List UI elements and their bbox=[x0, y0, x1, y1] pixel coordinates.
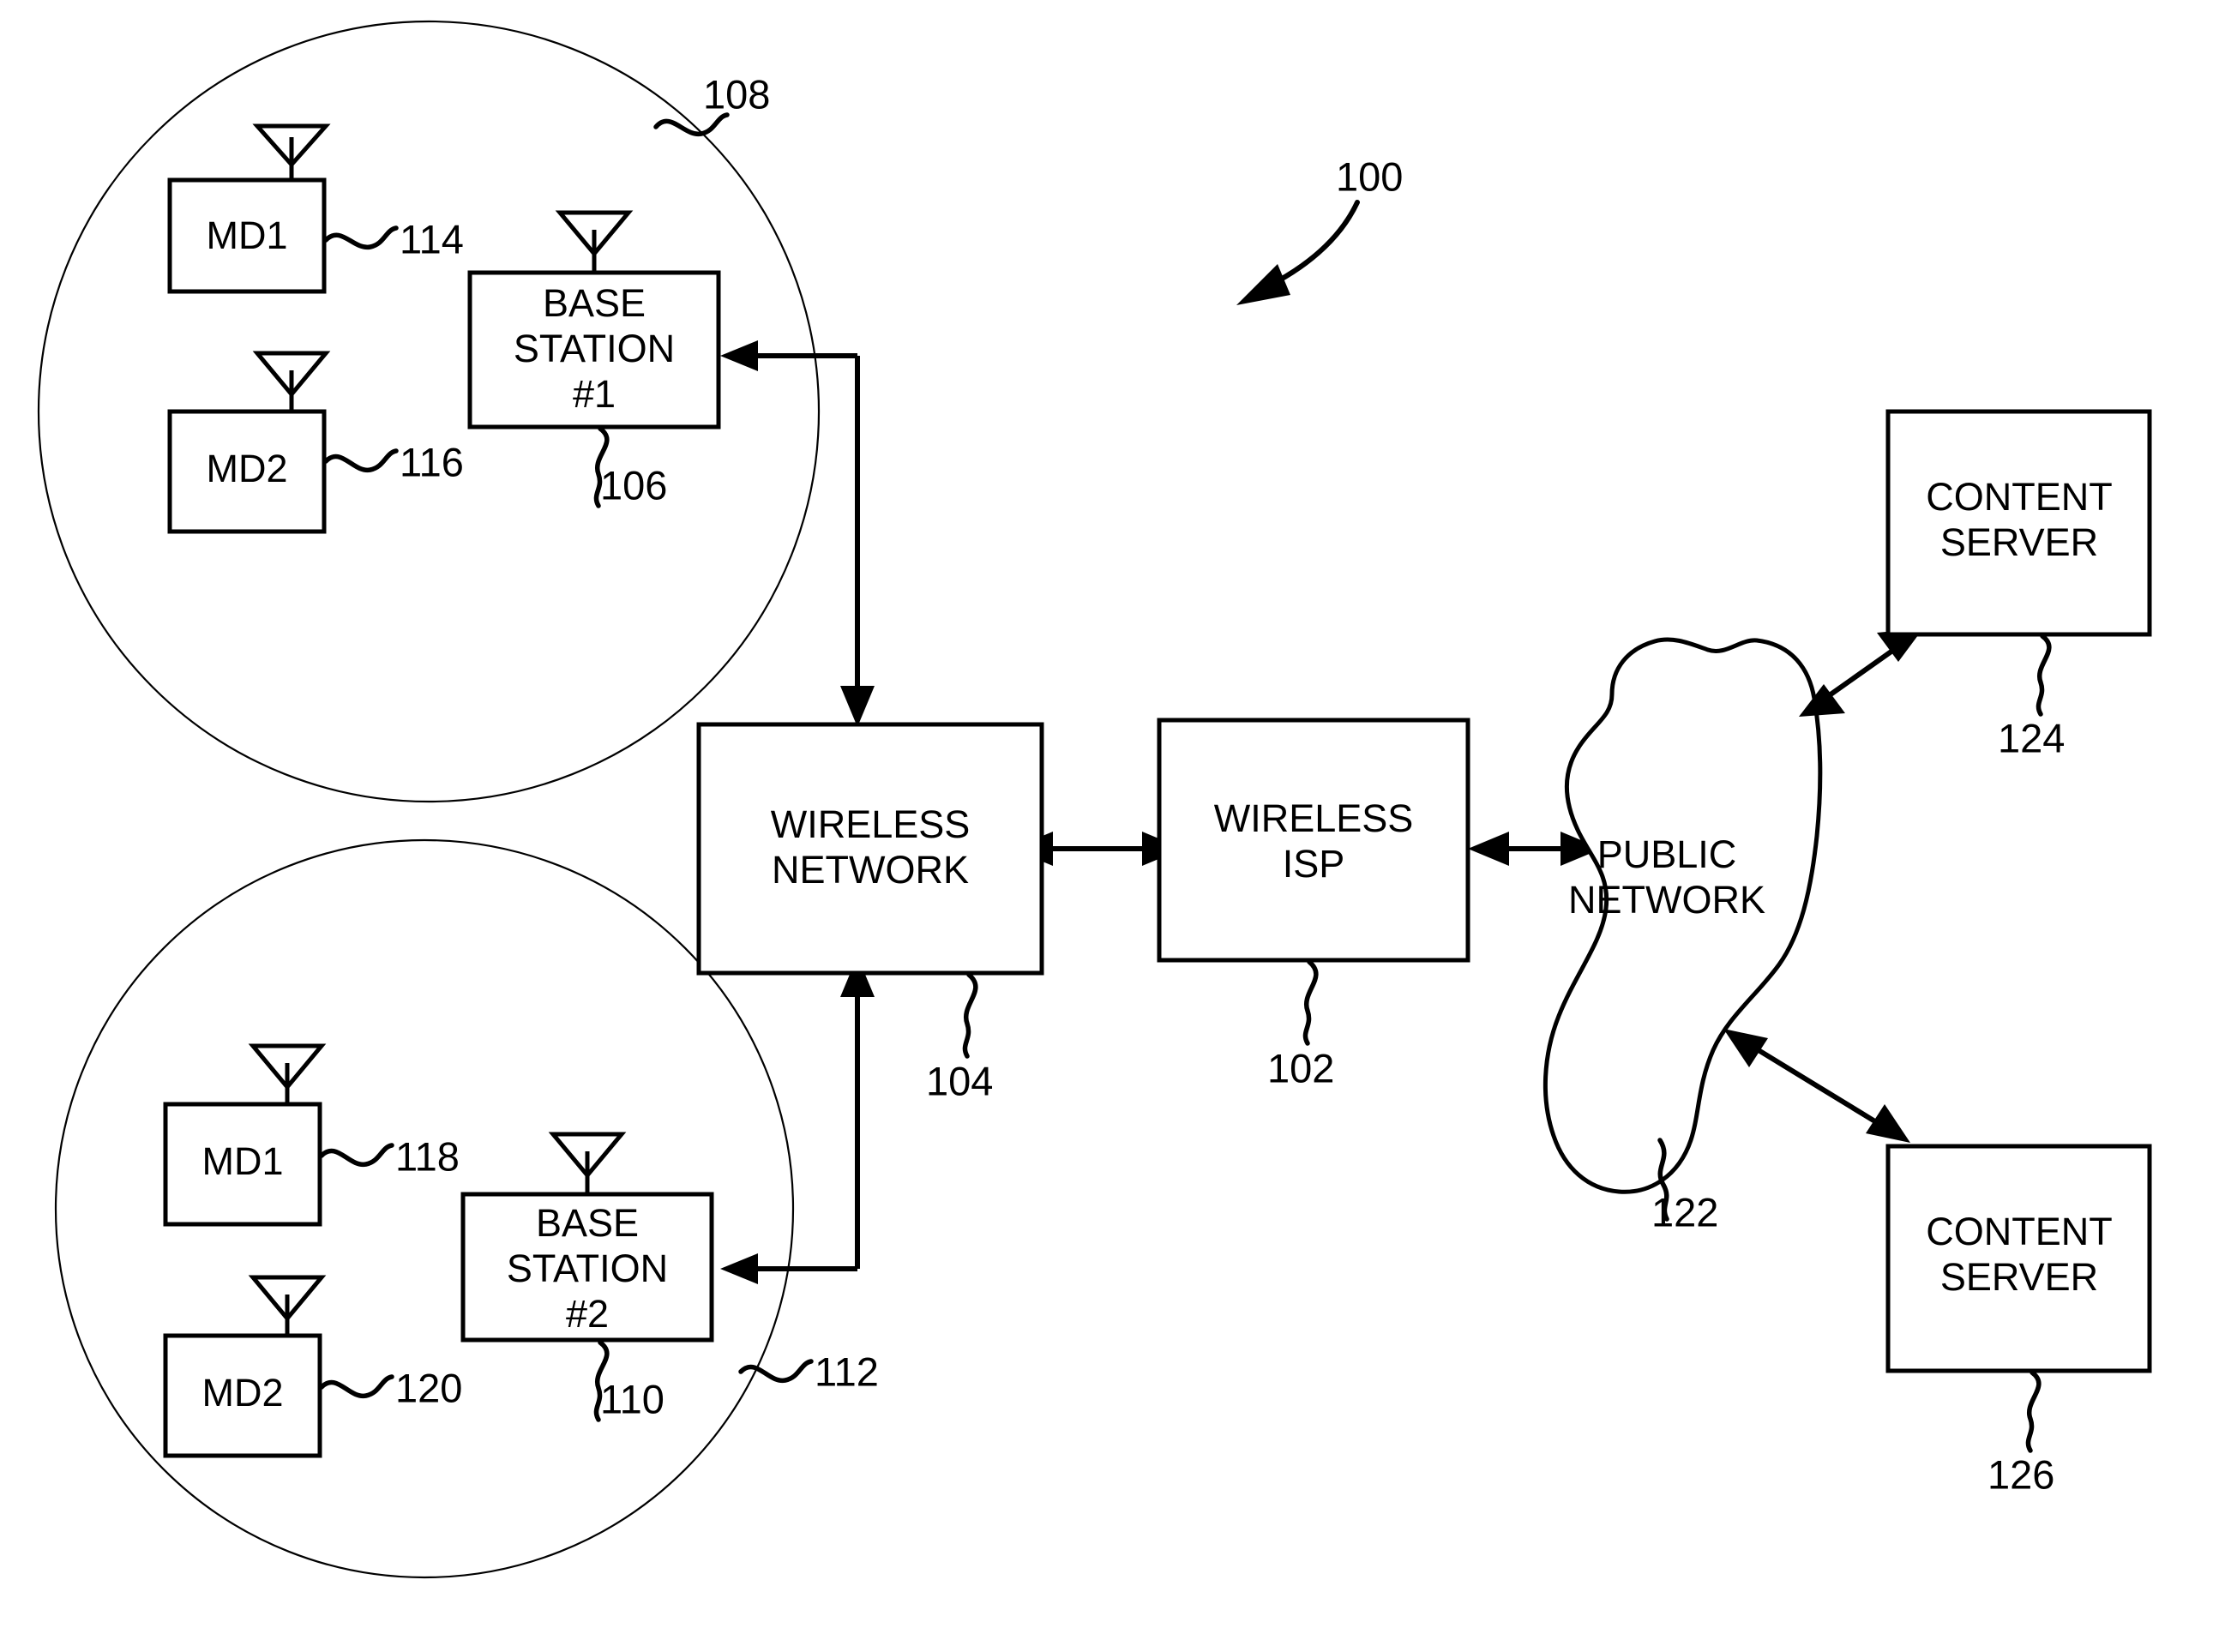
ref-number-116: 116 bbox=[400, 439, 464, 484]
ref-number-100: 100 bbox=[1336, 153, 1403, 199]
figure-ref-arrowhead bbox=[1236, 264, 1290, 305]
link-public-network-to-cs126 bbox=[1753, 1045, 1879, 1126]
arrowhead-to-wireless-network-top bbox=[840, 686, 875, 727]
arrowhead-to-content-server-126 bbox=[1866, 1104, 1910, 1143]
ref-number-114: 114 bbox=[400, 216, 464, 261]
content-server-124-line1: CONTENT bbox=[1926, 475, 2113, 519]
mobile-device-label-120: MD2 bbox=[201, 1371, 283, 1415]
leader-104 bbox=[962, 972, 978, 1059]
network-architecture-diagram: PUBLIC NETWORK 122 MD1 114 MD2 116 BASE … bbox=[37, 20, 2152, 1579]
ref-number-104: 104 bbox=[926, 1058, 993, 1103]
content-server-126-line1: CONTENT bbox=[1926, 1210, 2113, 1253]
leader-120 bbox=[319, 1374, 394, 1398]
wireless-isp-label-line1: WIRELESS bbox=[1214, 796, 1414, 840]
leader-118 bbox=[319, 1143, 394, 1167]
base-station-label-110-line1: BASE bbox=[536, 1201, 639, 1245]
leader-126 bbox=[2025, 1370, 2042, 1453]
ref-number-108: 108 bbox=[703, 71, 770, 117]
base-station-label-106-line1: BASE bbox=[543, 281, 646, 325]
public-network-label-line2: NETWORK bbox=[1568, 878, 1765, 922]
leader-114 bbox=[323, 225, 399, 249]
mobile-device-label-114: MD1 bbox=[206, 213, 287, 257]
ref-number-112: 112 bbox=[815, 1349, 879, 1394]
ref-number-124: 124 bbox=[1998, 715, 2065, 760]
content-server-126-line2: SERVER bbox=[1940, 1255, 2098, 1299]
wireless-isp-box[interactable] bbox=[1157, 718, 1470, 963]
mobile-device-label-118: MD1 bbox=[201, 1139, 283, 1183]
leader-102 bbox=[1302, 959, 1319, 1046]
ref-number-126: 126 bbox=[1987, 1451, 2054, 1497]
wireless-isp-label-line2: ISP bbox=[1283, 842, 1345, 886]
base-station-label-110-line2: STATION bbox=[507, 1247, 668, 1290]
ref-number-122: 122 bbox=[1651, 1189, 1718, 1234]
leader-124 bbox=[2036, 634, 2052, 717]
ref-number-106: 106 bbox=[600, 462, 667, 508]
base-station-label-106-line2: STATION bbox=[514, 327, 675, 370]
ref-number-118: 118 bbox=[395, 1133, 460, 1179]
figure-ref-arrow-line bbox=[1275, 200, 1360, 284]
wireless-network-label-line2: NETWORK bbox=[772, 848, 969, 892]
arrowhead-to-public-network-lower bbox=[1723, 1029, 1768, 1067]
ref-number-120: 120 bbox=[395, 1365, 462, 1410]
ref-number-102: 102 bbox=[1267, 1045, 1334, 1090]
ref-number-110: 110 bbox=[600, 1376, 664, 1421]
wireless-network-label-line1: WIRELESS bbox=[771, 802, 971, 846]
mobile-device-label-116: MD2 bbox=[206, 447, 287, 490]
arrowhead-left-isp-pn bbox=[1468, 832, 1509, 866]
arrowhead-to-bs1 bbox=[720, 340, 758, 371]
content-server-124-line2: SERVER bbox=[1940, 520, 2098, 564]
base-station-label-110-line3: #2 bbox=[566, 1292, 609, 1336]
link-public-network-to-cs124 bbox=[1823, 646, 1897, 701]
leader-116 bbox=[323, 448, 399, 472]
arrowhead-to-bs2 bbox=[720, 1253, 758, 1284]
base-station-label-106-line3: #1 bbox=[573, 372, 616, 416]
patent-figure: PUBLIC NETWORK 122 MD1 114 MD2 116 BASE … bbox=[0, 0, 2219, 1652]
public-network-label-line1: PUBLIC bbox=[1597, 832, 1737, 876]
